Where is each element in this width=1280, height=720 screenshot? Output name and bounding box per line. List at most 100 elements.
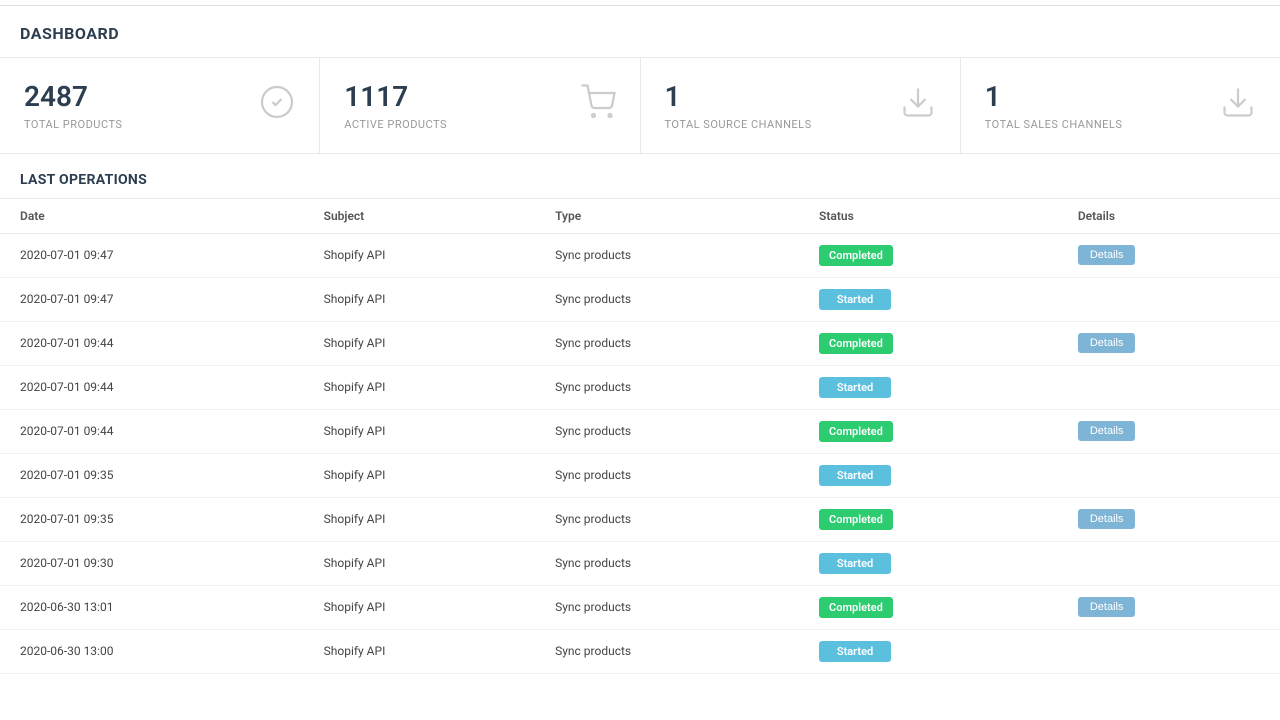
table-header-row: Date Subject Type Status Details bbox=[0, 198, 1280, 233]
details-button[interactable]: Details bbox=[1078, 597, 1136, 617]
cell-type: Sync products bbox=[535, 629, 799, 673]
status-badge: Completed bbox=[819, 597, 893, 618]
stat-card-total-products: 2487 TOTAL PRODUCTS bbox=[0, 58, 320, 153]
table-row: 2020-07-01 09:35 Shopify API Sync produc… bbox=[0, 497, 1280, 541]
status-badge: Completed bbox=[819, 509, 893, 530]
cell-date: 2020-07-01 09:47 bbox=[0, 277, 304, 321]
cell-status: Completed bbox=[799, 321, 1058, 365]
table-row: 2020-07-01 09:30 Shopify API Sync produc… bbox=[0, 541, 1280, 585]
cell-type: Sync products bbox=[535, 585, 799, 629]
stat-info-active-products: 1117 ACTIVE PRODUCTS bbox=[344, 80, 447, 131]
page-wrapper: DASHBOARD 2487 TOTAL PRODUCTS 1117 ACTIV… bbox=[0, 0, 1280, 720]
cell-subject: Shopify API bbox=[304, 629, 535, 673]
page-header: DASHBOARD bbox=[0, 6, 1280, 58]
status-badge: Started bbox=[819, 641, 891, 662]
cell-date: 2020-07-01 09:30 bbox=[0, 541, 304, 585]
cell-details[interactable]: Details bbox=[1058, 497, 1280, 541]
col-header-date: Date bbox=[0, 198, 304, 233]
operations-table: Date Subject Type Status Details 2020-07… bbox=[0, 198, 1280, 674]
operations-section-title: LAST OPERATIONS bbox=[20, 172, 1260, 188]
cell-subject: Shopify API bbox=[304, 585, 535, 629]
cell-date: 2020-07-01 09:47 bbox=[0, 233, 304, 277]
cell-status: Started bbox=[799, 365, 1058, 409]
cell-type: Sync products bbox=[535, 453, 799, 497]
cell-type: Sync products bbox=[535, 409, 799, 453]
stat-number-total-source-channels: 1 bbox=[665, 80, 812, 114]
cell-status: Started bbox=[799, 453, 1058, 497]
status-badge: Started bbox=[819, 465, 891, 486]
cell-details bbox=[1058, 541, 1280, 585]
status-badge: Completed bbox=[819, 333, 893, 354]
operations-section-header: LAST OPERATIONS bbox=[0, 154, 1280, 198]
check-circle-icon bbox=[259, 84, 295, 127]
cell-subject: Shopify API bbox=[304, 541, 535, 585]
cell-subject: Shopify API bbox=[304, 365, 535, 409]
table-row: 2020-06-30 13:00 Shopify API Sync produc… bbox=[0, 629, 1280, 673]
stat-label-total-source-channels: TOTAL SOURCE CHANNELS bbox=[665, 118, 812, 131]
table-row: 2020-07-01 09:44 Shopify API Sync produc… bbox=[0, 409, 1280, 453]
stat-label-active-products: ACTIVE PRODUCTS bbox=[344, 118, 447, 131]
col-header-status: Status bbox=[799, 198, 1058, 233]
cell-subject: Shopify API bbox=[304, 277, 535, 321]
table-row: 2020-07-01 09:44 Shopify API Sync produc… bbox=[0, 365, 1280, 409]
cell-status: Started bbox=[799, 541, 1058, 585]
cell-type: Sync products bbox=[535, 541, 799, 585]
details-button[interactable]: Details bbox=[1078, 245, 1136, 265]
table-row: 2020-07-01 09:44 Shopify API Sync produc… bbox=[0, 321, 1280, 365]
cell-type: Sync products bbox=[535, 277, 799, 321]
download-sales-icon bbox=[1220, 84, 1256, 127]
status-badge: Started bbox=[819, 289, 891, 310]
stat-info-total-products: 2487 TOTAL PRODUCTS bbox=[24, 80, 122, 131]
cell-type: Sync products bbox=[535, 321, 799, 365]
stat-label-total-sales-channels: TOTAL SALES CHANNELS bbox=[985, 118, 1123, 131]
stat-card-total-sales-channels: 1 TOTAL SALES CHANNELS bbox=[961, 58, 1280, 153]
stat-card-total-source-channels: 1 TOTAL SOURCE CHANNELS bbox=[641, 58, 961, 153]
cell-details bbox=[1058, 629, 1280, 673]
cart-icon bbox=[580, 84, 616, 127]
stat-number-total-products: 2487 bbox=[24, 80, 122, 114]
cell-status: Completed bbox=[799, 497, 1058, 541]
table-row: 2020-06-30 13:01 Shopify API Sync produc… bbox=[0, 585, 1280, 629]
cell-status: Completed bbox=[799, 409, 1058, 453]
details-button[interactable]: Details bbox=[1078, 333, 1136, 353]
cell-status: Started bbox=[799, 277, 1058, 321]
col-header-type: Type bbox=[535, 198, 799, 233]
download-source-icon bbox=[900, 84, 936, 127]
stat-info-total-source-channels: 1 TOTAL SOURCE CHANNELS bbox=[665, 80, 812, 131]
table-row: 2020-07-01 09:35 Shopify API Sync produc… bbox=[0, 453, 1280, 497]
cell-date: 2020-07-01 09:35 bbox=[0, 453, 304, 497]
table-row: 2020-07-01 09:47 Shopify API Sync produc… bbox=[0, 277, 1280, 321]
cell-subject: Shopify API bbox=[304, 453, 535, 497]
cell-subject: Shopify API bbox=[304, 233, 535, 277]
cell-subject: Shopify API bbox=[304, 409, 535, 453]
cell-type: Sync products bbox=[535, 365, 799, 409]
cell-details bbox=[1058, 277, 1280, 321]
cell-details bbox=[1058, 453, 1280, 497]
stat-card-active-products: 1117 ACTIVE PRODUCTS bbox=[320, 58, 640, 153]
status-badge: Started bbox=[819, 553, 891, 574]
cell-subject: Shopify API bbox=[304, 497, 535, 541]
cell-type: Sync products bbox=[535, 497, 799, 541]
cell-status: Completed bbox=[799, 585, 1058, 629]
cell-date: 2020-07-01 09:44 bbox=[0, 321, 304, 365]
cell-date: 2020-07-01 09:35 bbox=[0, 497, 304, 541]
cell-status: Completed bbox=[799, 233, 1058, 277]
cell-details[interactable]: Details bbox=[1058, 409, 1280, 453]
details-button[interactable]: Details bbox=[1078, 509, 1136, 529]
page-title: DASHBOARD bbox=[20, 24, 1260, 43]
status-badge: Started bbox=[819, 377, 891, 398]
stat-number-active-products: 1117 bbox=[344, 80, 447, 114]
cell-type: Sync products bbox=[535, 233, 799, 277]
cell-details[interactable]: Details bbox=[1058, 585, 1280, 629]
col-header-details: Details bbox=[1058, 198, 1280, 233]
cell-details[interactable]: Details bbox=[1058, 233, 1280, 277]
cell-details bbox=[1058, 365, 1280, 409]
details-button[interactable]: Details bbox=[1078, 421, 1136, 441]
cell-details[interactable]: Details bbox=[1058, 321, 1280, 365]
status-badge: Completed bbox=[819, 421, 893, 442]
cell-date: 2020-07-01 09:44 bbox=[0, 409, 304, 453]
cell-date: 2020-06-30 13:00 bbox=[0, 629, 304, 673]
stat-label-total-products: TOTAL PRODUCTS bbox=[24, 118, 122, 131]
table-row: 2020-07-01 09:47 Shopify API Sync produc… bbox=[0, 233, 1280, 277]
col-header-subject: Subject bbox=[304, 198, 535, 233]
